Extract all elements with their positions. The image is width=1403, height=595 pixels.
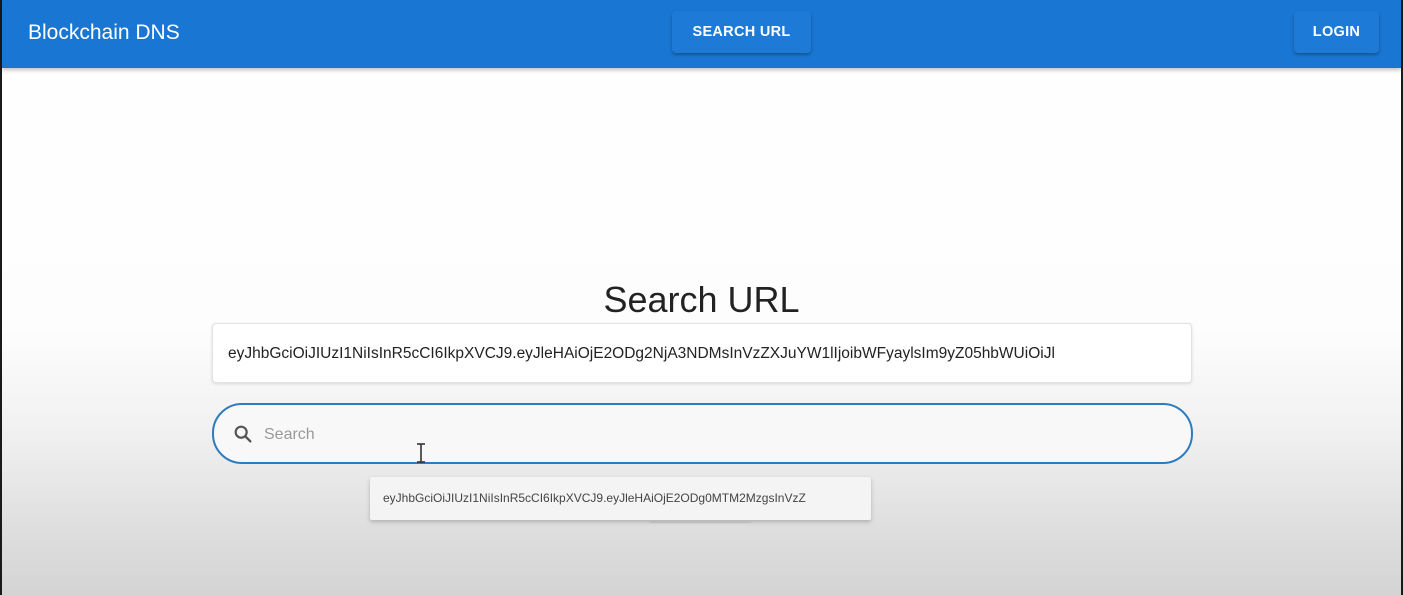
app-bar: Blockchain DNS SEARCH URL LOGIN: [2, 0, 1401, 68]
search-field[interactable]: [212, 403, 1193, 464]
search-input[interactable]: [262, 417, 1146, 453]
token-display-card: eyJhbGciOiJIUzI1NiIsInR5cCI6IkpXVCJ9.eyJ…: [212, 323, 1192, 383]
search-url-nav-button[interactable]: SEARCH URL: [672, 11, 811, 53]
suggestion-divider: [650, 521, 751, 523]
brand-title: Blockchain DNS: [28, 21, 180, 44]
text-cursor-icon: [417, 443, 425, 463]
search-icon: [234, 425, 252, 443]
login-button[interactable]: LOGIN: [1294, 11, 1379, 53]
suggestion-text: eyJhbGciOiJIUzI1NiIsInR5cCI6IkpXVCJ9.eyJ…: [383, 491, 806, 505]
token-text: eyJhbGciOiJIUzI1NiIsInR5cCI6IkpXVCJ9.eyJ…: [228, 345, 1055, 362]
page-title: Search URL: [603, 279, 800, 320]
search-suggestion-item[interactable]: eyJhbGciOiJIUzI1NiIsInR5cCI6IkpXVCJ9.eyJ…: [370, 477, 871, 520]
